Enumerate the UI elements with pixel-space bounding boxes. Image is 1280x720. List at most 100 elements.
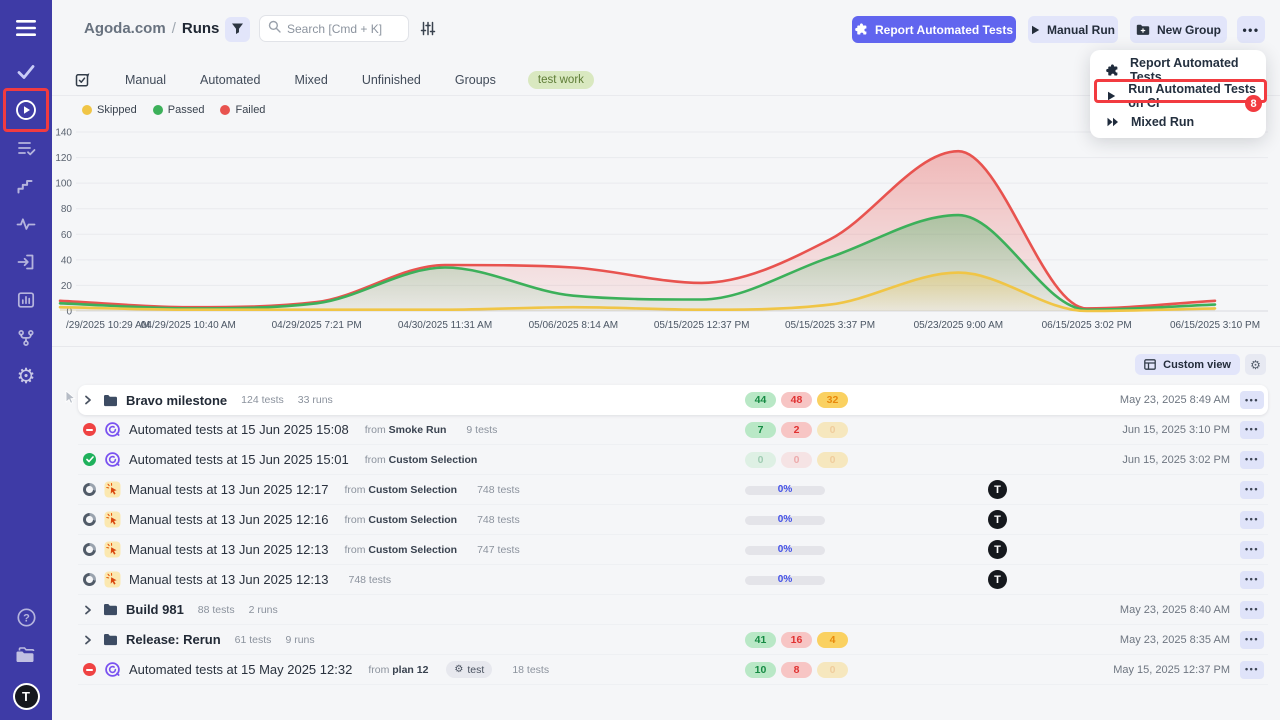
new-group-button[interactable]: New Group xyxy=(1130,16,1227,43)
tab-manual[interactable]: Manual xyxy=(125,73,166,87)
breadcrumb-project[interactable]: Agoda.com xyxy=(84,20,166,37)
search-input[interactable] xyxy=(287,22,397,36)
reports-chart-icon[interactable] xyxy=(0,280,52,320)
group-meta: 124 tests xyxy=(241,394,284,406)
menu-item-mixed-run[interactable]: Mixed Run xyxy=(1098,111,1258,133)
row-more-button[interactable]: ••• xyxy=(1240,391,1264,409)
projects-folder-icon[interactable] xyxy=(0,635,52,675)
group-title[interactable]: Build 981 xyxy=(126,602,184,617)
import-icon[interactable] xyxy=(0,242,52,282)
group-title[interactable]: Bravo milestone xyxy=(126,393,227,408)
test-plans-icon[interactable] xyxy=(0,128,52,168)
activity-pulse-icon[interactable] xyxy=(0,204,52,244)
badge-red: 2 xyxy=(781,422,812,438)
svg-text:120: 120 xyxy=(55,153,72,164)
table-row[interactable]: Build 98188 tests2 runs May 23, 2025 8:40… xyxy=(78,595,1268,625)
row-more-button[interactable]: ••• xyxy=(1240,541,1264,559)
run-title[interactable]: Manual tests at 13 Jun 2025 12:13 xyxy=(129,572,328,587)
svg-text:06/15/2025 3:10 PM: 06/15/2025 3:10 PM xyxy=(1170,320,1260,331)
table-row[interactable]: Automated tests at 15 Jun 2025 15:08from… xyxy=(78,415,1268,445)
menu-item-label: Mixed Run xyxy=(1131,115,1194,129)
table-row[interactable]: Release: Rerun61 tests9 runs41164May 23,… xyxy=(78,625,1268,655)
runs-play-icon[interactable] xyxy=(0,90,52,130)
test-tag[interactable]: ⚙test xyxy=(446,661,492,678)
sliders-icon[interactable] xyxy=(418,20,438,40)
more-actions-button[interactable]: ••• xyxy=(1237,16,1265,43)
profile-avatar[interactable]: T xyxy=(0,676,52,716)
view-settings-gear-icon[interactable]: ⚙ xyxy=(1245,354,1266,375)
row-left: Automated tests at 15 Jun 2025 15:01 from… xyxy=(78,451,477,468)
row-more-button[interactable]: ••• xyxy=(1240,511,1264,529)
row-left: Build 98188 tests2 runs xyxy=(78,602,278,617)
row-left: Manual tests at 13 Jun 2025 12:13from Cu… xyxy=(78,541,520,558)
table-row[interactable]: Automated tests at 15 May 2025 12:32from… xyxy=(78,655,1268,685)
select-runs-icon[interactable] xyxy=(75,72,91,88)
tab-groups[interactable]: Groups xyxy=(455,73,496,87)
group-title[interactable]: Release: Rerun xyxy=(126,632,221,647)
legend-item-skipped[interactable]: Skipped xyxy=(82,104,137,116)
row-right: ••• xyxy=(1240,511,1264,529)
badge-yellow: 32 xyxy=(817,392,848,408)
tab-automated[interactable]: Automated xyxy=(200,73,260,87)
folder-icon xyxy=(103,633,118,646)
ellipsis-icon: ••• xyxy=(1245,515,1259,524)
menu-icon[interactable] xyxy=(0,8,52,48)
settings-gear-icon[interactable]: ⚙ xyxy=(0,356,52,396)
table-row[interactable]: Manual tests at 13 Jun 2025 12:13748 tes… xyxy=(78,565,1268,595)
branch-fork-icon[interactable] xyxy=(0,318,52,358)
svg-text:20: 20 xyxy=(61,281,73,292)
legend-item-passed[interactable]: Passed xyxy=(153,104,205,116)
row-more-button[interactable]: ••• xyxy=(1240,451,1264,469)
run-title[interactable]: Automated tests at 15 Jun 2025 15:01 xyxy=(129,452,349,467)
search-box[interactable] xyxy=(259,15,409,42)
custom-view-button[interactable]: Custom view xyxy=(1135,354,1240,375)
run-title[interactable]: Automated tests at 15 Jun 2025 15:08 xyxy=(129,422,349,437)
menu-item-report-automated-tests[interactable]: Report Automated Tests xyxy=(1098,59,1258,81)
assignee-avatar[interactable]: T xyxy=(988,510,1007,529)
table-row[interactable]: Manual tests at 13 Jun 2025 12:16from Cu… xyxy=(78,505,1268,535)
fast-forward-icon xyxy=(1106,117,1120,127)
row-more-button[interactable]: ••• xyxy=(1240,571,1264,589)
assignee-avatar[interactable]: T xyxy=(988,540,1007,559)
svg-text:40: 40 xyxy=(61,255,73,266)
run-source: from Custom Selection xyxy=(365,454,478,466)
manual-run-label: Manual Run xyxy=(1047,23,1115,37)
run-title[interactable]: Manual tests at 13 Jun 2025 12:16 xyxy=(129,512,328,527)
run-date: May 23, 2025 8:40 AM xyxy=(1120,604,1230,616)
badge-green: 0 xyxy=(745,452,776,468)
assignee-avatar[interactable]: T xyxy=(988,570,1007,589)
table-row[interactable]: Manual tests at 13 Jun 2025 12:13from Cu… xyxy=(78,535,1268,565)
tasks-check-icon[interactable] xyxy=(0,52,52,92)
run-title[interactable]: Manual tests at 13 Jun 2025 12:17 xyxy=(129,482,328,497)
progress-bar: 0% xyxy=(745,574,825,586)
table-row[interactable]: Automated tests at 15 Jun 2025 15:01 from… xyxy=(78,445,1268,475)
manual-run-button[interactable]: Manual Run xyxy=(1028,16,1118,43)
row-more-button[interactable]: ••• xyxy=(1240,601,1264,619)
menu-item-run-automated-tests-on-ci[interactable]: Run Automated Tests on CI xyxy=(1098,85,1258,107)
assignee-avatar[interactable]: T xyxy=(988,480,1007,499)
row-more-button[interactable]: ••• xyxy=(1240,631,1264,649)
row-more-button[interactable]: ••• xyxy=(1240,481,1264,499)
filter-button[interactable] xyxy=(225,17,250,42)
help-icon[interactable]: ? xyxy=(0,597,52,637)
tag-test-work[interactable]: test work xyxy=(528,71,594,89)
table-row[interactable]: Bravo milestone124 tests33 runs444832May… xyxy=(78,385,1268,415)
run-title[interactable]: Manual tests at 13 Jun 2025 12:13 xyxy=(129,542,328,557)
badge-red: 16 xyxy=(781,632,812,648)
legend-label: Failed xyxy=(235,104,265,116)
row-more-button[interactable]: ••• xyxy=(1240,421,1264,439)
milestones-steps-icon[interactable] xyxy=(0,166,52,206)
chevron-right-icon[interactable] xyxy=(83,635,95,645)
folder-icon xyxy=(103,603,118,616)
table-row[interactable]: Manual tests at 13 Jun 2025 12:17from Cu… xyxy=(78,475,1268,505)
legend-item-failed[interactable]: Failed xyxy=(220,104,265,116)
tab-unfinished[interactable]: Unfinished xyxy=(362,73,421,87)
chevron-right-icon[interactable] xyxy=(83,605,95,615)
chevron-right-icon[interactable] xyxy=(83,395,95,405)
run-title[interactable]: Automated tests at 15 May 2025 12:32 xyxy=(129,662,352,677)
tests-count: 9 tests xyxy=(466,424,497,436)
runs-table: Bravo milestone124 tests33 runs444832May… xyxy=(78,385,1268,685)
tab-mixed[interactable]: Mixed xyxy=(294,73,327,87)
row-more-button[interactable]: ••• xyxy=(1240,661,1264,679)
report-automated-tests-button[interactable]: Report Automated Tests xyxy=(852,16,1016,43)
